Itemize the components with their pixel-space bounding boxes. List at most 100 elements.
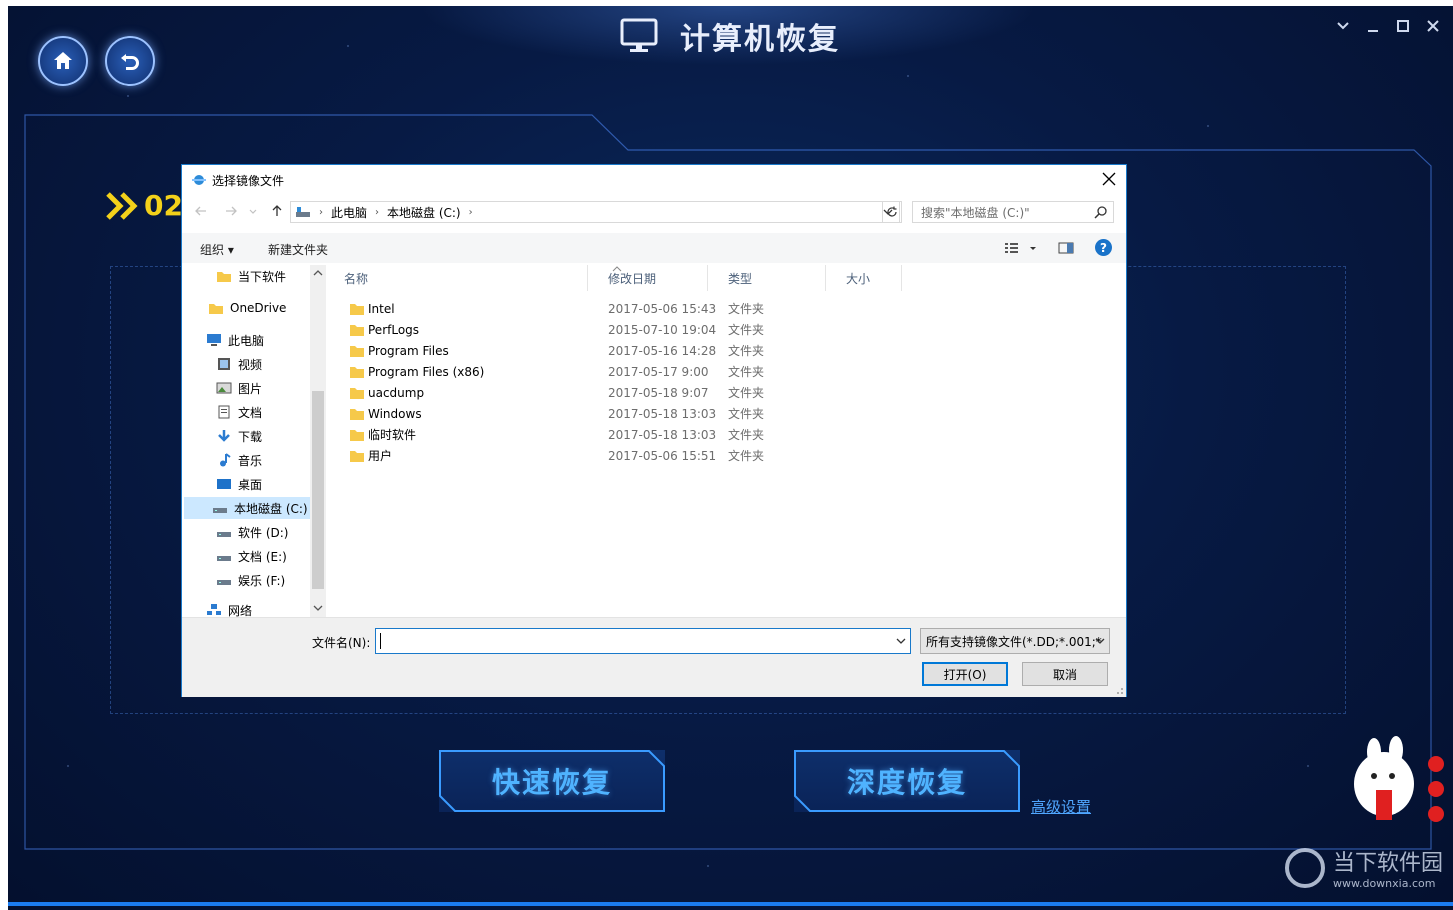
dropdown-button[interactable]: [1335, 18, 1351, 34]
monitor-icon: [620, 18, 658, 52]
file-type: 文件夹: [728, 323, 765, 337]
tree-item-3[interactable]: 视频: [216, 353, 262, 375]
dialog-title: 选择镜像文件: [212, 173, 285, 188]
folder-icon: [350, 345, 364, 357]
app-small-icon: [192, 175, 206, 185]
tree-item-13[interactable]: 网络: [206, 599, 252, 617]
mascot-icon[interactable]: [1344, 734, 1444, 830]
chevron-down-icon[interactable]: [896, 636, 906, 646]
file-row[interactable]: 临时软件 2017-05-18 13:03 文件夹: [328, 424, 908, 445]
filename-input[interactable]: [375, 628, 911, 654]
view-dropdown-icon[interactable]: [1028, 241, 1038, 255]
dialog-close-icon[interactable]: [1102, 172, 1116, 186]
maximize-icon: [1397, 20, 1409, 32]
undo-icon: [121, 54, 139, 70]
file-type-filter[interactable]: 所有支持镜像文件(*.DD;*.001;*: [920, 628, 1110, 654]
close-button[interactable]: [1425, 18, 1441, 34]
search-icon: [1094, 206, 1107, 219]
tree-item-1[interactable]: OneDrive: [208, 297, 286, 319]
tree-item-12[interactable]: 娱乐 (F:): [216, 569, 285, 591]
new-folder-button[interactable]: 新建文件夹: [268, 241, 328, 258]
scroll-down-icon[interactable]: [313, 603, 323, 613]
scroll-up-icon[interactable]: [313, 268, 323, 278]
tree-item-6[interactable]: 下载: [216, 425, 262, 447]
deep-recover-button[interactable]: 深度恢复: [794, 750, 1020, 812]
tree-item-7[interactable]: 音乐: [216, 449, 262, 471]
tree-item-label: 视频: [238, 357, 263, 372]
resize-grip-icon[interactable]: [1114, 685, 1124, 695]
tree-item-label: OneDrive: [230, 301, 287, 315]
file-date: 2017-05-18 9:07: [608, 385, 709, 400]
forward-arrow-icon[interactable]: [224, 204, 238, 218]
file-name: uacdump: [368, 385, 425, 400]
file-row[interactable]: uacdump 2017-05-18 9:07 文件夹: [328, 382, 908, 403]
video-icon: [216, 357, 232, 371]
tree-item-11[interactable]: 文档 (E:): [216, 545, 287, 567]
minimize-button[interactable]: [1365, 18, 1381, 34]
organize-menu[interactable]: 组织 ▾: [200, 241, 234, 258]
column-name[interactable]: 名称: [328, 265, 588, 291]
tree-item-label: 娱乐 (F:): [238, 573, 286, 588]
watermark-logo-icon: [1284, 847, 1325, 888]
column-date[interactable]: 修改日期: [588, 265, 708, 291]
folder-icon: [350, 408, 364, 420]
chevron-down-icon: [1337, 22, 1349, 30]
back-arrow-icon[interactable]: [194, 204, 208, 218]
search-input[interactable]: 搜索"本地磁盘 (C:)": [912, 201, 1114, 223]
view-options-icon[interactable]: [1004, 241, 1020, 255]
scroll-thumb[interactable]: [312, 391, 324, 589]
recent-dropdown-icon[interactable]: [248, 204, 258, 218]
preview-pane-icon[interactable]: [1058, 241, 1074, 255]
navigation-scrollbar[interactable]: [310, 265, 326, 617]
navigation-bar: › 此电脑 › 本地磁盘 (C:) › 搜索"本地磁盘 (C:)": [182, 199, 1126, 225]
cancel-button[interactable]: 取消: [1022, 662, 1108, 686]
tree-item-0[interactable]: 当下软件: [216, 265, 286, 287]
file-row[interactable]: Windows 2017-05-18 13:03 文件夹: [328, 403, 908, 424]
column-type[interactable]: 类型: [708, 265, 826, 291]
file-row[interactable]: 用户 2017-05-06 15:51 文件夹: [328, 445, 908, 466]
help-icon[interactable]: ?: [1095, 239, 1112, 256]
refresh-button[interactable]: [882, 201, 902, 223]
file-type: 文件夹: [728, 407, 765, 421]
breadcrumb-this-pc[interactable]: 此电脑: [331, 204, 367, 221]
tree-item-5[interactable]: 文档: [216, 401, 262, 423]
tree-item-9[interactable]: 本地磁盘 (C:): [184, 497, 310, 519]
file-row[interactable]: Program Files (x86) 2017-05-17 9:00 文件夹: [328, 361, 908, 382]
folder-icon: [208, 301, 224, 315]
file-name: Program Files (x86): [368, 364, 485, 379]
quick-recover-button[interactable]: 快速恢复: [439, 750, 665, 812]
tree-item-2[interactable]: 此电脑: [206, 329, 264, 351]
up-arrow-icon[interactable]: [270, 204, 284, 218]
file-row[interactable]: Program Files 2017-05-16 14:28 文件夹: [328, 340, 908, 361]
tree-item-10[interactable]: 软件 (D:): [216, 521, 288, 543]
drive-icon: [216, 573, 232, 587]
back-button[interactable]: [105, 36, 155, 86]
tree-item-label: 此电脑: [228, 333, 265, 348]
dialog-toolbar: 组织 ▾ 新建文件夹 ?: [182, 233, 1126, 263]
maximize-button[interactable]: [1395, 18, 1411, 34]
tree-item-4[interactable]: 图片: [216, 377, 262, 399]
column-size[interactable]: 大小: [826, 265, 902, 291]
quick-recover-label: 快速恢复: [491, 766, 612, 799]
tree-item-label: 当下软件: [238, 269, 287, 284]
file-date: 2017-05-06 15:51: [608, 448, 717, 463]
navigation-pane: 当下软件 OneDrive 此电脑视频图片文档下载音乐桌面本地磁盘 (C:) 软件 (…: [182, 265, 310, 617]
open-button[interactable]: 打开(O): [922, 662, 1008, 686]
bottom-bar: [8, 902, 1453, 906]
advanced-settings-link[interactable]: 高级设置: [1031, 796, 1091, 817]
file-row[interactable]: Intel 2017-05-06 15:43 文件夹: [328, 298, 908, 319]
breadcrumb-local-disk[interactable]: 本地磁盘 (C:): [387, 204, 461, 221]
document-icon: [216, 405, 232, 419]
watermark-url: www.downxia.com: [1332, 877, 1436, 890]
watermark-name: 当下软件园: [1332, 851, 1443, 876]
home-button[interactable]: [38, 36, 88, 86]
address-bar[interactable]: › 此电脑 › 本地磁盘 (C:) ›: [290, 201, 900, 223]
file-date: 2017-05-06 15:43: [608, 301, 717, 316]
tree-item-label: 桌面: [238, 477, 263, 492]
file-row[interactable]: PerfLogs 2015-07-10 19:04 文件夹: [328, 319, 908, 340]
file-name: Program Files: [368, 343, 449, 358]
tree-item-label: 文档: [238, 405, 263, 420]
search-placeholder: 搜索"本地磁盘 (C:)": [921, 205, 1030, 220]
tree-item-label: 下载: [238, 429, 263, 444]
tree-item-8[interactable]: 桌面: [216, 473, 262, 495]
